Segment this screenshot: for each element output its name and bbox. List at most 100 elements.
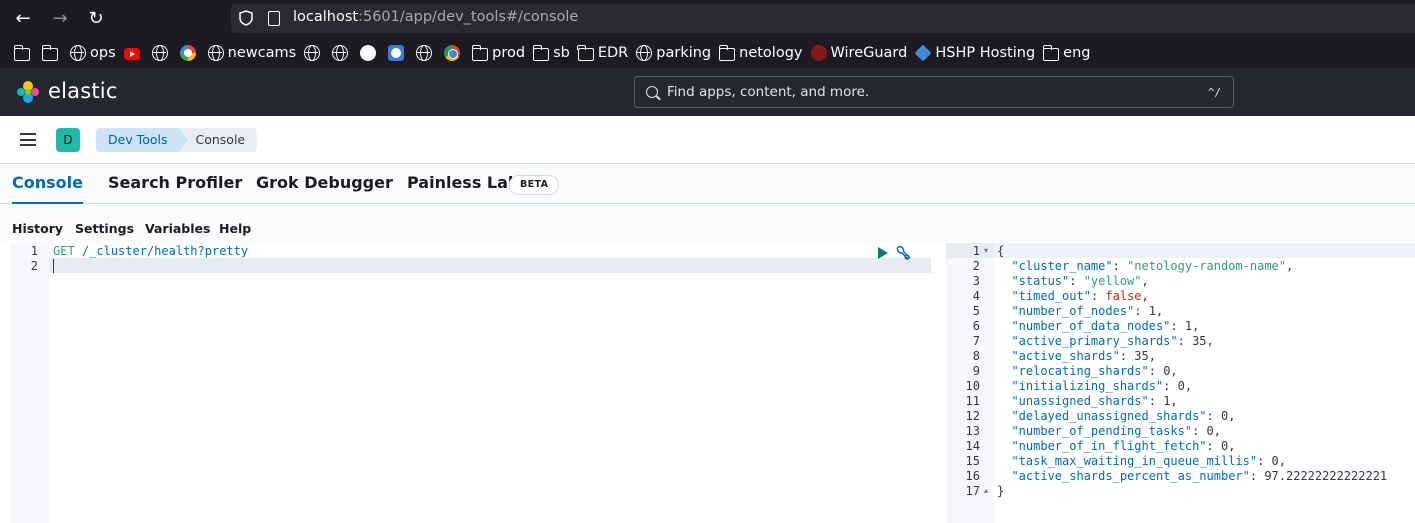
tab-console[interactable]: Console (12, 173, 83, 204)
json-key: "number_of_pending_tasks" (1011, 424, 1193, 438)
line-number: 2 (30, 259, 38, 273)
globe-icon (332, 45, 349, 61)
console-menu: History Settings Variables Help (0, 204, 1415, 242)
fold-close-icon[interactable]: ▴ (984, 486, 988, 495)
bookmark-item[interactable]: HSHP Hosting (911, 41, 1039, 65)
request-editor[interactable]: 1 2 GET /_cluster/health?pretty (10, 243, 931, 523)
response-line: "status": "yellow", (1011, 274, 1149, 288)
json-key: "number_of_data_nodes" (1011, 319, 1171, 333)
response-line: "cluster_name": "netology-random-name", (1011, 259, 1294, 273)
line-number: 14 (965, 439, 980, 453)
json-comma: , (1170, 364, 1178, 378)
play-icon[interactable] (878, 247, 888, 259)
bookmark-item[interactable]: parking (632, 41, 715, 65)
request-path: /_cluster/health?pretty (81, 244, 249, 258)
address-bar[interactable]: localhost:5601/app/dev_tools#/console (231, 4, 1415, 33)
back-icon[interactable]: ← (11, 7, 35, 31)
line-number: 13 (965, 424, 980, 438)
bookmark-item[interactable] (10, 41, 38, 65)
bookmark-item[interactable]: netology (715, 41, 806, 65)
tab-grok-debugger[interactable]: Grok Debugger (256, 173, 393, 192)
panel-resizer[interactable] (931, 243, 946, 523)
global-search-input[interactable]: Find apps, content, and more. ^/ (634, 76, 1234, 108)
variables-button[interactable]: Variables (145, 221, 210, 236)
json-key: "status" (1011, 274, 1070, 288)
forward-icon[interactable]: → (48, 7, 72, 31)
bookmark-item[interactable] (412, 41, 440, 65)
json-comma: , (1213, 424, 1221, 438)
json-value: 35 (1134, 349, 1149, 363)
json-value: 0 (1271, 454, 1279, 468)
bookmark-item[interactable]: EDR (574, 41, 632, 65)
line-number: 15 (965, 454, 980, 468)
response-line: "task_max_waiting_in_queue_millis": 0, (1011, 454, 1287, 468)
history-button[interactable]: History (12, 221, 63, 236)
url-text[interactable]: localhost:5601/app/dev_tools#/console (293, 9, 578, 25)
json-value: 1 (1148, 304, 1156, 318)
settings-button[interactable]: Settings (75, 221, 134, 236)
line-number: 1 (30, 244, 38, 258)
response-line: "number_of_pending_tasks": 0, (1011, 424, 1221, 438)
bookmark-item[interactable] (300, 41, 328, 65)
search-icon (646, 86, 658, 98)
help-button[interactable]: Help (219, 221, 251, 236)
fold-open-icon[interactable]: ▾ (984, 246, 988, 255)
folder-icon (471, 44, 489, 61)
folder-icon (577, 44, 594, 61)
page-icon[interactable] (268, 11, 280, 26)
hshp-icon (914, 44, 932, 62)
folder-icon (41, 44, 58, 61)
shield-icon[interactable] (239, 10, 253, 26)
breadcrumb-dev-tools[interactable]: Dev Tools (96, 128, 191, 152)
brand-name[interactable]: elastic (48, 79, 118, 103)
tab-search-profiler[interactable]: Search Profiler (108, 173, 242, 192)
json-value: false (1105, 289, 1142, 303)
request-code[interactable]: GET /_cluster/health?pretty (49, 243, 931, 523)
wrench-icon[interactable] (895, 245, 911, 261)
bookmark-item[interactable]: prod (468, 41, 529, 65)
json-comma: , (1228, 439, 1236, 453)
bookmark-item[interactable]: newcams (204, 41, 301, 65)
json-comma: , (1278, 454, 1287, 468)
bookmark-item[interactable] (176, 41, 204, 65)
bookmark-item[interactable] (440, 41, 468, 65)
line-number: 2 (972, 259, 980, 273)
beta-badge: BETA (509, 175, 560, 195)
json-key: "number_of_in_flight_fetch" (1011, 439, 1207, 453)
bookmark-item[interactable] (120, 41, 148, 65)
response-line: { (997, 244, 1004, 258)
bookmark-label: sb (553, 45, 570, 61)
reload-icon[interactable]: ↻ (84, 7, 108, 31)
folder-icon (718, 44, 736, 61)
response-line: } (997, 484, 1004, 498)
line-number: 7 (972, 334, 980, 348)
json-key: "cluster_name" (1011, 259, 1113, 273)
elastic-logo-icon[interactable] (16, 80, 40, 104)
bookmark-item[interactable] (384, 41, 412, 65)
bookmark-label: eng (1063, 45, 1091, 61)
json-key: "number_of_nodes" (1011, 304, 1135, 318)
bookmark-item[interactable] (38, 41, 66, 65)
json-comma: , (1148, 349, 1156, 363)
folder-icon (13, 44, 30, 61)
bookmark-item[interactable] (148, 41, 176, 65)
request-line[interactable]: GET /_cluster/health?pretty (53, 244, 248, 258)
bookmark-item[interactable]: eng (1039, 41, 1094, 65)
bookmark-item[interactable]: ops (66, 41, 120, 65)
bookmark-item[interactable] (328, 41, 356, 65)
space-avatar[interactable]: D (56, 128, 80, 152)
bookmark-item[interactable]: sb (529, 41, 574, 65)
folder-icon (532, 44, 550, 61)
tab-painless-lab[interactable]: Painless Lab (407, 173, 519, 192)
response-line: "relocating_shards": 0, (1011, 364, 1178, 378)
browser-toolbar: ← → ↻ localhost:5601/app/dev_tools#/cons… (0, 0, 1415, 68)
line-number: 11 (965, 394, 980, 408)
response-editor[interactable]: 1 2 3 4 5 6 7 8 9 10 11 12 13 14 15 16 17 ▾ ▴ { "cluster_n… (946, 243, 1415, 523)
menu-icon[interactable] (20, 133, 36, 146)
line-number: 8 (972, 349, 980, 363)
close-brace: } (997, 484, 1005, 498)
globe-icon (70, 45, 86, 61)
line-number: 1 (972, 244, 980, 258)
bookmark-item[interactable]: WireGuard (807, 41, 912, 65)
bookmark-item[interactable] (356, 41, 384, 65)
